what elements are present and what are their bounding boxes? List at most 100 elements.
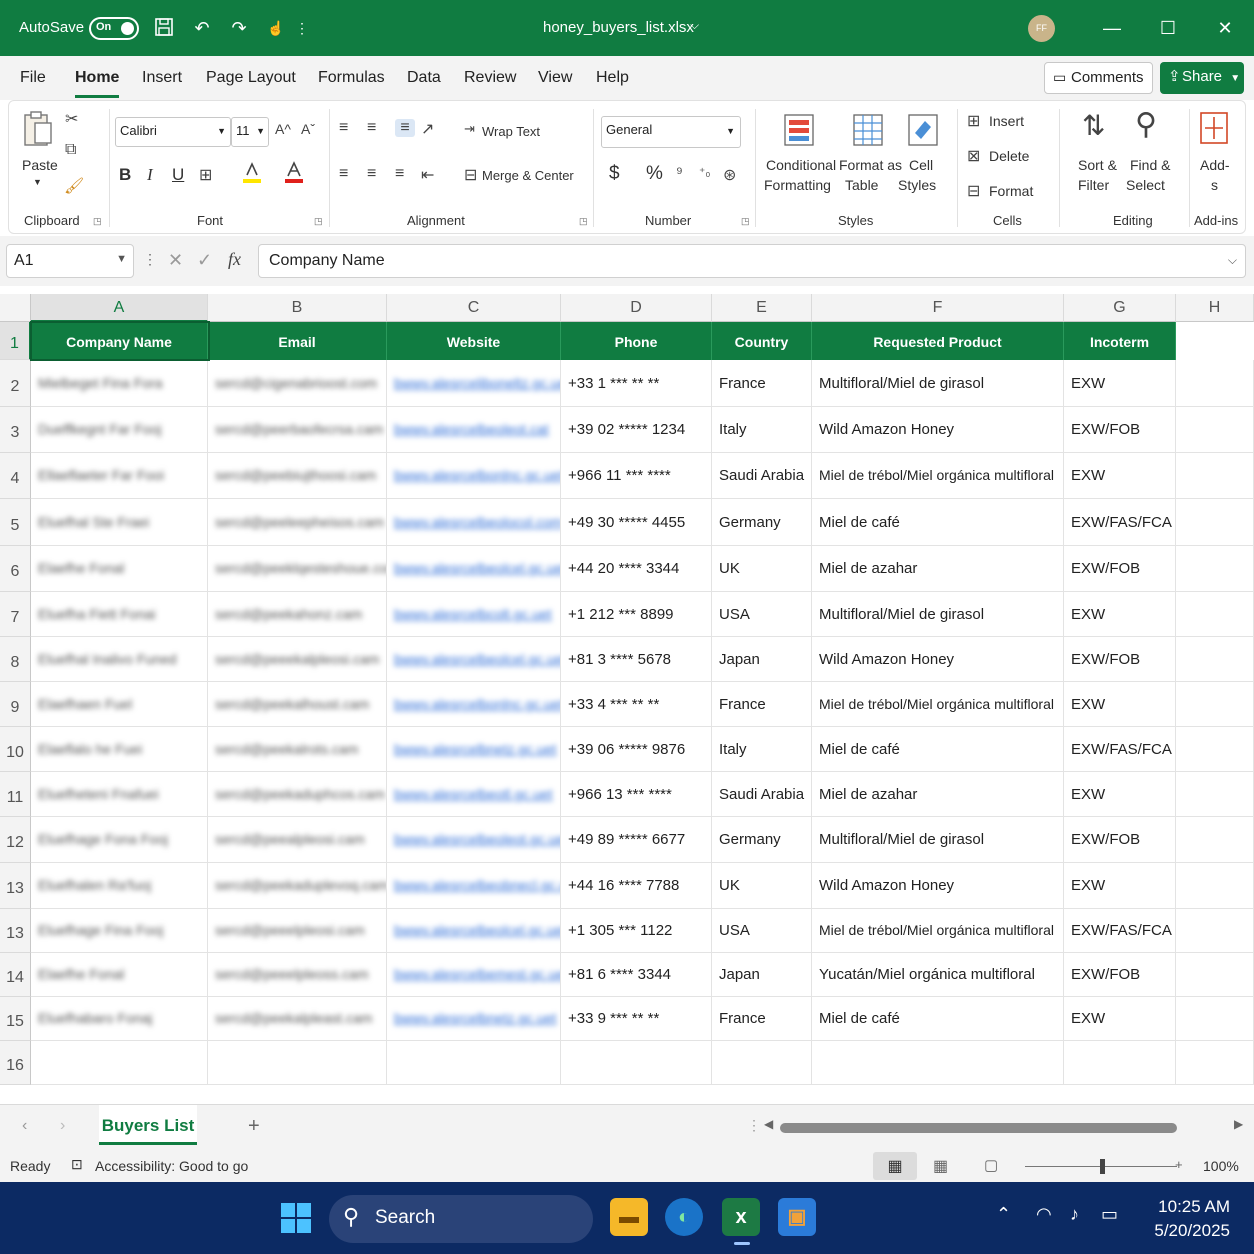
- cell-product[interactable]: Multifloral/Miel de girasol: [812, 592, 1064, 637]
- cell-website[interactable]: bwwv.alesrcelbeoleot.cat: [387, 407, 561, 453]
- cell-incoterm[interactable]: EXW/FOB: [1064, 637, 1176, 682]
- column-header-d[interactable]: D: [561, 294, 712, 322]
- formula-input[interactable]: Company Name ⌵: [258, 244, 1246, 278]
- cell-phone[interactable]: +39 02 ***** 1234: [561, 407, 712, 453]
- cell-company[interactable]: Eluefhage Fina Fooj: [31, 909, 208, 953]
- cell-empty[interactable]: [1176, 682, 1254, 727]
- cell-website-text[interactable]: bwwv.alesrcelbnetz.gc.uet: [394, 741, 556, 757]
- cell-empty[interactable]: [1176, 953, 1254, 997]
- cell-company[interactable]: Elaefhaen Fuel: [31, 682, 208, 727]
- excel-app-icon[interactable]: x: [722, 1198, 760, 1236]
- cell-website[interactable]: bwwv.alesrcelbeolocol.com: [387, 499, 561, 546]
- cell-empty[interactable]: [387, 1041, 561, 1085]
- battery-icon[interactable]: ▭: [1101, 1204, 1118, 1225]
- cell-product[interactable]: Yucatán/Miel orgánica multifloral: [812, 953, 1064, 997]
- row-header[interactable]: 1: [0, 322, 31, 360]
- currency-button[interactable]: $: [609, 163, 620, 185]
- cell-phone[interactable]: +44 20 **** 3344: [561, 546, 712, 592]
- column-header-f[interactable]: F: [812, 294, 1064, 322]
- more-icon[interactable]: ⋮: [291, 17, 313, 39]
- cell-phone[interactable]: +966 13 *** ****: [561, 772, 712, 817]
- cell-empty[interactable]: [1176, 407, 1254, 453]
- edge-browser-icon[interactable]: ◐: [665, 1198, 703, 1236]
- indent-icon[interactable]: ⇤: [421, 165, 434, 185]
- cell-empty[interactable]: [31, 1041, 208, 1085]
- orientation-icon[interactable]: ↗: [421, 119, 434, 139]
- cell-empty[interactable]: [1176, 637, 1254, 682]
- taskbar-time[interactable]: 10:25 AM: [1158, 1197, 1230, 1217]
- fill-color-icon[interactable]: [242, 161, 262, 190]
- cell-email[interactable]: sercd@cigenabrioost.com: [208, 360, 387, 407]
- cell-email[interactable]: sercd@peealpleosi.cam: [208, 817, 387, 863]
- select-all-corner[interactable]: [0, 294, 31, 322]
- row-header[interactable]: 4: [0, 453, 31, 499]
- cell-empty[interactable]: [1176, 727, 1254, 772]
- cell-company[interactable]: Mielbeget Fina Fora: [31, 360, 208, 407]
- cell-website[interactable]: bwwv.alesrcelbeoleot.gc.uet: [387, 817, 561, 863]
- wifi-icon[interactable]: ◠: [1036, 1204, 1052, 1225]
- chevron-left-icon[interactable]: ‹: [22, 1117, 27, 1135]
- column-header-b[interactable]: B: [208, 294, 387, 322]
- conditional-formatting-icon[interactable]: [783, 113, 815, 152]
- header-cell-website[interactable]: Website: [387, 322, 561, 360]
- cell-website[interactable]: bwwv.alesrcelbemest.gc.uet: [387, 953, 561, 997]
- row-header[interactable]: 13: [0, 909, 31, 953]
- increase-decimal-icon[interactable]: ⁺₀: [699, 165, 710, 179]
- cell-phone[interactable]: +33 1 *** ** **: [561, 360, 712, 407]
- cell-website[interactable]: bwwv.alesrcelbcolt.gc.uet: [387, 592, 561, 637]
- cut-icon[interactable]: ✂: [65, 109, 78, 129]
- header-cell-incoterm[interactable]: Incoterm: [1064, 322, 1176, 360]
- cell-email[interactable]: sercd@peekalpleast.cam: [208, 997, 387, 1041]
- row-header[interactable]: 7: [0, 592, 31, 637]
- insert-function-icon[interactable]: fx: [228, 249, 241, 270]
- close-icon[interactable]: ✕: [1211, 14, 1239, 42]
- store-app-icon[interactable]: ▣: [778, 1198, 816, 1236]
- windows-start-icon[interactable]: [280, 1202, 312, 1237]
- row-header[interactable]: 10: [0, 727, 31, 772]
- undo-icon[interactable]: ↶: [191, 17, 213, 39]
- cell-website[interactable]: bwwv.alesrceliboneltz.gc.uet: [387, 360, 561, 407]
- format-cells-button[interactable]: Format: [989, 183, 1033, 199]
- normal-view-icon[interactable]: ▦: [873, 1152, 917, 1180]
- cell-company[interactable]: Eluefha Fiett Fonai: [31, 592, 208, 637]
- cell-country[interactable]: UK: [712, 546, 812, 592]
- tab-file[interactable]: File: [20, 69, 46, 87]
- scroll-right-icon[interactable]: ▶: [1234, 1117, 1243, 1131]
- redo-icon[interactable]: ↷: [228, 17, 250, 39]
- cell-email[interactable]: sercd@peekaduplevoq.cam: [208, 863, 387, 909]
- cell-website-text[interactable]: bwwv.alesrcelbeolcel.gc.uet: [394, 922, 560, 938]
- cell-country[interactable]: Germany: [712, 817, 812, 863]
- cell-country[interactable]: France: [712, 360, 812, 407]
- cell-incoterm[interactable]: EXW/FOB: [1064, 407, 1176, 453]
- cell-email[interactable]: sercd@peeelpleosi.cam: [208, 909, 387, 953]
- cell-empty[interactable]: [812, 1041, 1064, 1085]
- chevron-down-icon[interactable]: ▼: [33, 177, 42, 187]
- sort-filter-line1[interactable]: Sort &: [1078, 157, 1117, 173]
- row-header[interactable]: 8: [0, 637, 31, 682]
- chevron-down-icon[interactable]: ⌵: [690, 18, 699, 33]
- find-select-line1[interactable]: Find &: [1130, 157, 1170, 173]
- add-ins-line2[interactable]: s: [1211, 177, 1218, 193]
- format-as-table-line2[interactable]: Table: [845, 177, 878, 193]
- format-painter-icon[interactable]: 🖌: [64, 176, 84, 196]
- cell-company[interactable]: Elaeflalo he Fuei: [31, 727, 208, 772]
- column-header-e[interactable]: E: [712, 294, 812, 322]
- cell-website[interactable]: bwwv.alesrcelbeotl.gc.uet: [387, 772, 561, 817]
- cell-empty[interactable]: [1176, 817, 1254, 863]
- save-icon[interactable]: [153, 17, 175, 39]
- cell-product[interactable]: Wild Amazon Honey: [812, 407, 1064, 453]
- cell-empty[interactable]: [1176, 772, 1254, 817]
- merge-center-icon[interactable]: ⊟: [464, 165, 477, 185]
- borders-icon[interactable]: ⊞: [199, 165, 212, 185]
- wrap-text-button[interactable]: Wrap Text: [482, 124, 540, 139]
- cell-empty[interactable]: [1176, 592, 1254, 637]
- percent-button[interactable]: %: [646, 163, 663, 185]
- cell-phone[interactable]: +81 6 **** 3344: [561, 953, 712, 997]
- cell-styles-line1[interactable]: Cell: [909, 157, 933, 173]
- cell-country[interactable]: Saudi Arabia: [712, 772, 812, 817]
- cell-website-text[interactable]: bwwv.alesrcelbnetz.gc.uet: [394, 1010, 556, 1026]
- cell-product[interactable]: Multifloral/Miel de girasol: [812, 360, 1064, 407]
- cell-website-text[interactable]: bwwv.alesrcelbonlnc.gc.uet: [394, 467, 560, 483]
- row-header[interactable]: 9: [0, 682, 31, 727]
- cell-company[interactable]: Eluefhabaro Fonaj: [31, 997, 208, 1041]
